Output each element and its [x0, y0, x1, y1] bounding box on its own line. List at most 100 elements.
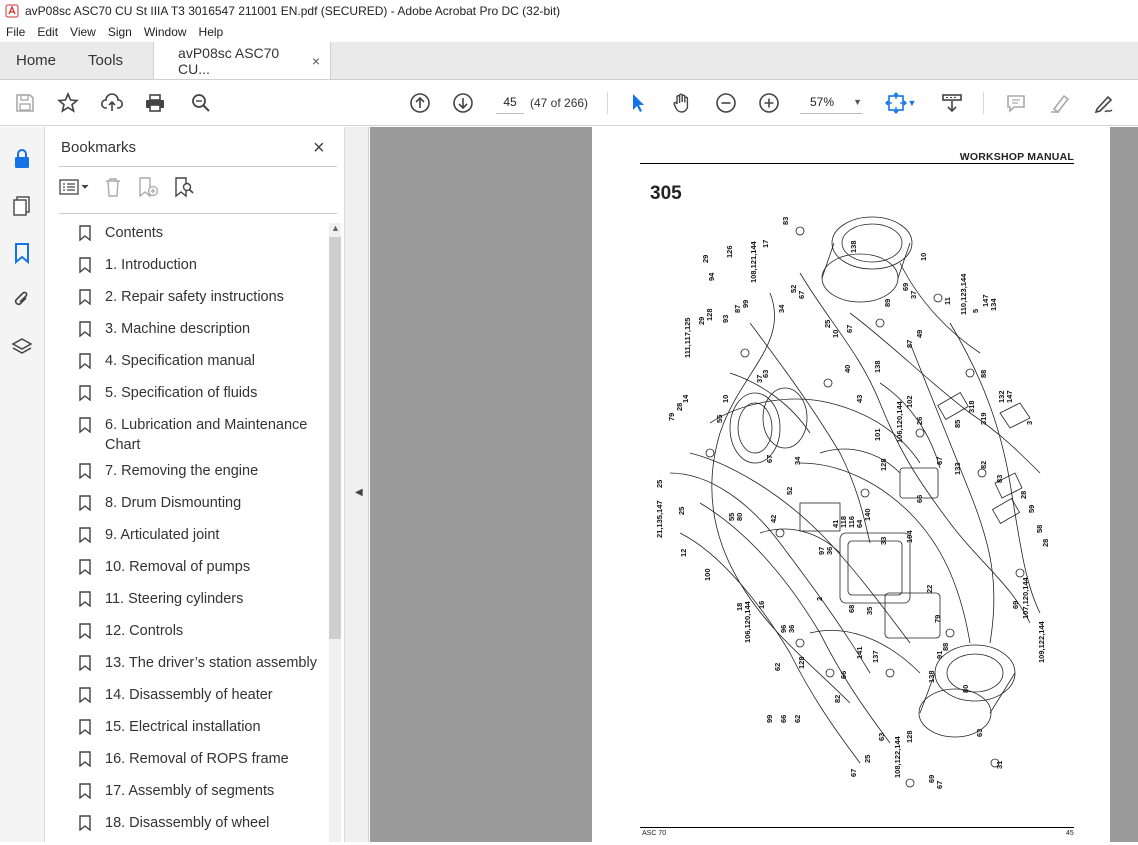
bookmark-item[interactable]: 1. Introduction: [75, 255, 325, 275]
tab-bar: Home Tools avP08sc ASC70 CU... ×: [0, 42, 1138, 80]
bookmark-label: 5. Specification of fluids: [105, 385, 258, 401]
menu-view[interactable]: View: [64, 25, 102, 39]
zoom-out-icon[interactable]: [713, 90, 739, 116]
layers-icon[interactable]: [10, 335, 34, 359]
callout-label: 80: [735, 513, 744, 521]
bookmark-item[interactable]: 11. Steering cylinders: [75, 589, 325, 609]
bookmark-item[interactable]: 14. Disassembly of heater: [75, 685, 325, 705]
zoom-search-icon[interactable]: [188, 90, 214, 116]
panel-close-icon[interactable]: ×: [313, 137, 325, 160]
callout-label: 55: [715, 415, 724, 423]
divider: [59, 213, 337, 214]
bookmark-item[interactable]: 5. Specification of fluids: [75, 383, 325, 403]
find-bookmark-icon[interactable]: [173, 176, 195, 203]
bookmark-item[interactable]: 4. Specification manual: [75, 351, 325, 371]
menu-file[interactable]: File: [0, 25, 31, 39]
bookmark-item[interactable]: 18. Disassembly of wheel: [75, 813, 325, 833]
bookmark-item[interactable]: 2. Repair safety instructions: [75, 287, 325, 307]
bookmark-star-icon[interactable]: [55, 90, 81, 116]
callout-label: 11: [943, 297, 952, 305]
zoom-in-icon[interactable]: [756, 90, 782, 116]
callout-label: 128: [879, 458, 888, 471]
upload-icon[interactable]: [99, 90, 125, 116]
callout-label: 138: [849, 240, 858, 253]
bookmark-item[interactable]: 3. Machine description: [75, 319, 325, 339]
bookmark-item[interactable]: 8. Drum Dismounting: [75, 493, 325, 513]
menu-help[interactable]: Help: [193, 25, 230, 39]
bookmark-item[interactable]: 13. The driver’s station assembly: [75, 653, 325, 673]
menu-bar: File Edit View Sign Window Help: [0, 22, 1138, 42]
print-icon[interactable]: [142, 90, 168, 116]
callout-label: 34: [777, 304, 786, 313]
page-down-icon[interactable]: [450, 90, 476, 116]
menu-edit[interactable]: Edit: [31, 25, 64, 39]
comment-icon[interactable]: [1003, 90, 1029, 116]
bookmark-label: Contents: [105, 225, 164, 241]
tab-close-icon[interactable]: ×: [312, 53, 320, 69]
callout-label: 25: [863, 755, 872, 763]
bookmark-item[interactable]: 9. Articulated joint: [75, 525, 325, 545]
new-bookmark-icon[interactable]: [137, 176, 159, 203]
bookmark-label: 18. Disassembly of wheel: [105, 815, 270, 831]
page-footer-left: ASC 70: [642, 830, 667, 837]
callout-label: 40: [843, 365, 852, 373]
sign-icon[interactable]: [1091, 90, 1117, 116]
bookmark-item[interactable]: 10. Removal of pumps: [75, 557, 325, 577]
callout-label: 107,120,144: [1021, 576, 1030, 619]
page-up-icon[interactable]: [407, 90, 433, 116]
callout-label: 128: [797, 656, 806, 669]
bookmark-item[interactable]: 15. Electrical installation: [75, 717, 325, 737]
lock-icon[interactable]: [10, 147, 34, 171]
pages-thumbnails-icon[interactable]: [10, 194, 34, 218]
bookmark-icon: [79, 719, 91, 735]
bookmark-scrollbar-thumb[interactable]: [329, 237, 341, 639]
bookmark-item[interactable]: 6. Lubrication and Maintenance Chart: [75, 415, 325, 455]
callout-label: 94: [707, 272, 716, 281]
zoom-level-select[interactable]: 57% ▼: [800, 90, 862, 114]
bookmark-item[interactable]: 12. Controls: [75, 621, 325, 641]
callout-label: 33: [879, 537, 888, 545]
bookmark-icon: [79, 257, 91, 273]
bookmark-options-icon[interactable]: [59, 178, 89, 201]
callout-label: 67: [845, 325, 854, 333]
bookmark-item[interactable]: 7. Removing the engine: [75, 461, 325, 481]
callout-label: 25: [655, 480, 664, 488]
tab-home[interactable]: Home: [0, 42, 72, 79]
bookmark-item[interactable]: Contents: [75, 223, 325, 243]
tab-document[interactable]: avP08sc ASC70 CU... ×: [153, 42, 332, 79]
callout-label: 111,117,125: [683, 318, 692, 358]
callout-label: 10: [721, 395, 730, 403]
scroll-up-arrow-icon[interactable]: ▲: [331, 223, 340, 233]
bookmark-item[interactable]: 16. Removal of ROPS frame: [75, 749, 325, 769]
page-number-input[interactable]: 45: [496, 90, 524, 114]
callout-label: 63: [877, 733, 886, 741]
bookmark-label: 14. Disassembly of heater: [105, 687, 273, 703]
hand-icon[interactable]: [669, 90, 695, 116]
bookmark-label: 13. The driver’s station assembly: [105, 655, 317, 671]
select-arrow-icon[interactable]: [625, 90, 651, 116]
highlight-icon[interactable]: [1047, 90, 1073, 116]
callout-label: 82: [979, 461, 988, 469]
bookmark-item[interactable]: 17. Assembly of segments: [75, 781, 325, 801]
save-icon[interactable]: [12, 90, 38, 116]
callout-label: 14: [681, 394, 690, 403]
callout-label: 58: [1035, 525, 1044, 533]
callout-label: 67: [765, 455, 774, 463]
callout-label: 83: [781, 217, 790, 225]
attachments-icon[interactable]: [10, 288, 34, 312]
tab-tools[interactable]: Tools: [72, 42, 139, 79]
panel-splitter[interactable]: ◀: [345, 127, 369, 842]
delete-bookmark-icon[interactable]: [103, 176, 123, 203]
callout-label: 36: [787, 625, 796, 633]
callout-label: 137: [871, 650, 880, 663]
callout-label: 69: [1011, 601, 1020, 609]
collapse-panel-icon[interactable]: ◀: [355, 487, 363, 498]
bookmark-icon: [79, 655, 91, 671]
fit-menu-chevron-icon[interactable]: ▼: [905, 90, 919, 116]
callout-label: 34: [793, 456, 802, 465]
bookmarks-panel-icon[interactable]: [10, 241, 34, 265]
scroll-mode-icon[interactable]: [939, 90, 965, 116]
bookmark-icon: [79, 687, 91, 703]
menu-window[interactable]: Window: [138, 25, 193, 39]
menu-sign[interactable]: Sign: [102, 25, 138, 39]
